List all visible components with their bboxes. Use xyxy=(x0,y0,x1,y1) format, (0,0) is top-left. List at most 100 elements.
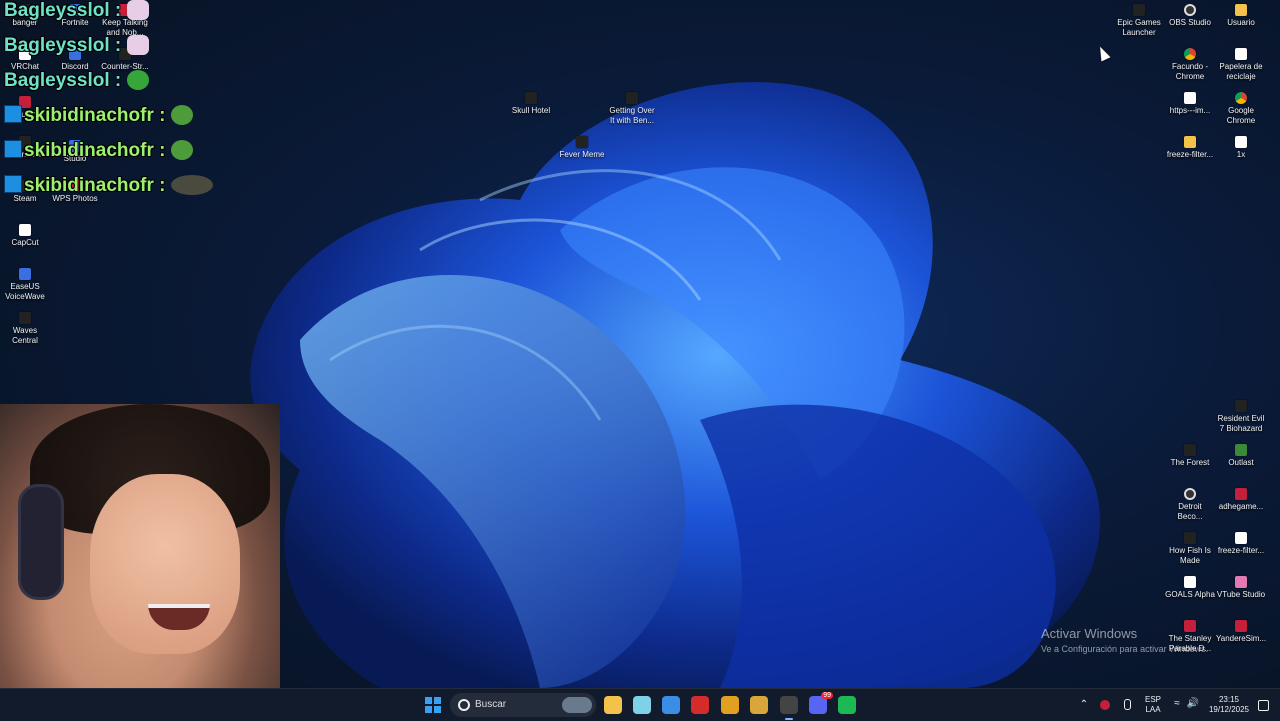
desktop-icon-label: CapCut xyxy=(11,238,39,247)
desktop-icon-freeze-filter[interactable]: freeze-filter... xyxy=(1165,136,1215,160)
desktop-icon-facundo-chrome[interactable]: Facundo - Chrome xyxy=(1165,48,1215,82)
capcut-icon xyxy=(19,224,31,236)
desktop-icon-label: Skull Hotel xyxy=(511,106,551,115)
search-placeholder: Buscar xyxy=(475,699,507,710)
adhegame-icon xyxy=(1235,488,1247,500)
start-button[interactable] xyxy=(425,697,441,713)
epic-games-launcher-icon xyxy=(1133,4,1145,16)
desktop-icon-obs-studio[interactable]: OBS Studio xyxy=(1165,4,1215,28)
desktop-icon-skull-hotel[interactable]: Skull Hotel xyxy=(506,92,556,116)
clock[interactable]: 23:15 19/12/2025 xyxy=(1204,689,1254,721)
waves-central-icon xyxy=(19,312,31,324)
chat-username: skibidinachofr xyxy=(24,140,154,161)
desktop-icon-outlast[interactable]: Outlast xyxy=(1216,444,1266,468)
tray-app-icon[interactable] xyxy=(1098,689,1112,721)
the-forest-icon xyxy=(1184,444,1196,456)
greenball-emote-icon xyxy=(127,70,150,90)
chat-message: Bagleysslol : xyxy=(4,35,150,57)
taskbar-wps-office-icon[interactable] xyxy=(691,696,709,714)
desktop-icon-resident-evil-7-biohazard[interactable]: Resident Evil 7 Biohazard xyxy=(1216,400,1266,434)
desktop-icon-label: 1x xyxy=(1236,150,1246,159)
desktop-icon-vtube-studio[interactable]: VTube Studio xyxy=(1216,576,1266,600)
desktop-icon-fever-meme[interactable]: Fever Meme xyxy=(557,136,607,160)
desktop-icon-waves-central[interactable]: Waves Central xyxy=(0,312,50,346)
taskbar-copilot-icon[interactable] xyxy=(633,696,651,714)
anime-emote-icon xyxy=(127,35,150,55)
chat-badge-icon xyxy=(4,175,22,193)
papelera-de-reciclaje-icon xyxy=(1235,48,1247,60)
desktop-icon-epic-games-launcher[interactable]: Epic Games Launcher xyxy=(1114,4,1164,38)
taskbar-google-chrome-icon[interactable] xyxy=(721,696,739,714)
desktop-icon-how-fish-is-made[interactable]: How Fish Is Made xyxy=(1165,532,1215,566)
chat-badge-icon xyxy=(4,140,22,158)
desktop-icon-label: Fever Meme xyxy=(559,150,605,159)
volume-icon[interactable]: 🔊 xyxy=(1186,689,1200,721)
obs-studio-icon xyxy=(1184,4,1196,16)
chat-separator: : xyxy=(109,35,122,56)
desktop-icon-label: Detroit Beco... xyxy=(1177,502,1203,521)
desktop-icon-label: Papelera de reciclaje xyxy=(1219,62,1263,81)
desktop-icon-usuario[interactable]: Usuario xyxy=(1216,4,1266,28)
chat-message: skibidinachofr : xyxy=(4,175,214,197)
frog-emote-icon xyxy=(171,105,194,125)
desktop-icon-google-chrome[interactable]: Google Chrome xyxy=(1216,92,1266,126)
detroit-beco-icon xyxy=(1184,488,1196,500)
1x-icon xyxy=(1235,136,1247,148)
desktop-icon-1x[interactable]: 1x xyxy=(1216,136,1266,160)
goals-alpha-icon xyxy=(1184,576,1196,588)
desktop-icon-label: freeze-filter... xyxy=(1166,150,1214,159)
clock-time: 23:15 xyxy=(1218,695,1240,704)
headset-icon xyxy=(18,484,64,600)
desktop-icon-papelera-de-reciclaje[interactable]: Papelera de reciclaje xyxy=(1216,48,1266,82)
desktop-icon-label: YandereSim... xyxy=(1216,634,1267,643)
desktop-icon-getting-over-it-with-ben[interactable]: Getting Over It with Ben... xyxy=(607,92,657,126)
chat-username: Bagleysslol xyxy=(4,35,110,56)
google-chrome-icon xyxy=(1235,92,1247,104)
fever-meme-icon xyxy=(576,136,588,148)
desktop-icon-goals-alpha[interactable]: GOALS Alpha xyxy=(1165,576,1215,600)
chat-username: Bagleysslol xyxy=(4,70,110,91)
chat-username: Bagleysslol xyxy=(4,0,110,21)
language-line1: ESP xyxy=(1144,695,1161,704)
taskbar-file-explorer-icon[interactable] xyxy=(604,696,622,714)
freeze-filter-icon xyxy=(1235,532,1247,544)
desktop-icon-the-forest[interactable]: The Forest xyxy=(1165,444,1215,468)
language-indicator[interactable]: ESP LAA xyxy=(1142,689,1164,721)
desktop-icon-label: https---im... xyxy=(1169,106,1211,115)
taskbar-discord-icon[interactable]: 99 xyxy=(809,692,833,714)
taskbar-spotify-icon[interactable] xyxy=(838,696,856,714)
chat-separator: : xyxy=(153,175,166,196)
how-fish-is-made-icon xyxy=(1184,532,1196,544)
desktop-icon-adhegame[interactable]: adhegame... xyxy=(1216,488,1266,512)
getting-over-it-with-ben-icon xyxy=(626,92,638,104)
taskbar-chrome-profile-icon[interactable] xyxy=(750,696,768,714)
desktop-icon-yanderesim[interactable]: YandereSim... xyxy=(1216,620,1266,644)
taskbar-obs-studio-icon[interactable] xyxy=(780,696,798,720)
https-im-icon xyxy=(1184,92,1196,104)
language-line2: LAA xyxy=(1145,705,1161,714)
desktop-icon-label: Google Chrome xyxy=(1226,106,1256,125)
taskbar-microsoft-store-icon[interactable] xyxy=(662,696,680,714)
desktop-icon-detroit-beco[interactable]: Detroit Beco... xyxy=(1165,488,1215,522)
usuario-icon xyxy=(1235,4,1247,16)
notifications-icon[interactable] xyxy=(1256,689,1270,721)
desktop-icon-label: adhegame... xyxy=(1218,502,1264,511)
desktop-icon-label: The Forest xyxy=(1170,458,1210,467)
chat-separator: : xyxy=(153,105,166,126)
taskbar: Buscar 99 ⌃ ESP LAA ≈ 🔊 23:15 19/12/2025 xyxy=(0,688,1280,721)
show-hidden-icons-button[interactable]: ⌃ xyxy=(1078,689,1090,721)
desktop-icon-https-im[interactable]: https---im... xyxy=(1165,92,1215,116)
search-highlight-thumbnail xyxy=(562,697,592,713)
clock-date: 19/12/2025 xyxy=(1208,705,1250,714)
wifi-icon[interactable]: ≈ xyxy=(1170,689,1184,721)
desktop-icon-label: Epic Games Launcher xyxy=(1117,18,1161,37)
desktop-icon-capcut[interactable]: CapCut xyxy=(0,224,50,248)
desktop-icon-freeze-filter[interactable]: freeze-filter... xyxy=(1216,532,1266,556)
taskbar-search-box[interactable]: Buscar xyxy=(450,693,596,717)
desktop-icon-easeus-voicewave[interactable]: EaseUS VoiceWave xyxy=(0,268,50,302)
rock-emote-icon xyxy=(171,175,214,195)
watermark-title: Activar Windows xyxy=(1041,626,1138,641)
desktop-icon-label: Usuario xyxy=(1227,18,1255,27)
desktop-icon-label: Getting Over It with Ben... xyxy=(609,106,655,125)
microphone-icon[interactable] xyxy=(1120,689,1134,721)
